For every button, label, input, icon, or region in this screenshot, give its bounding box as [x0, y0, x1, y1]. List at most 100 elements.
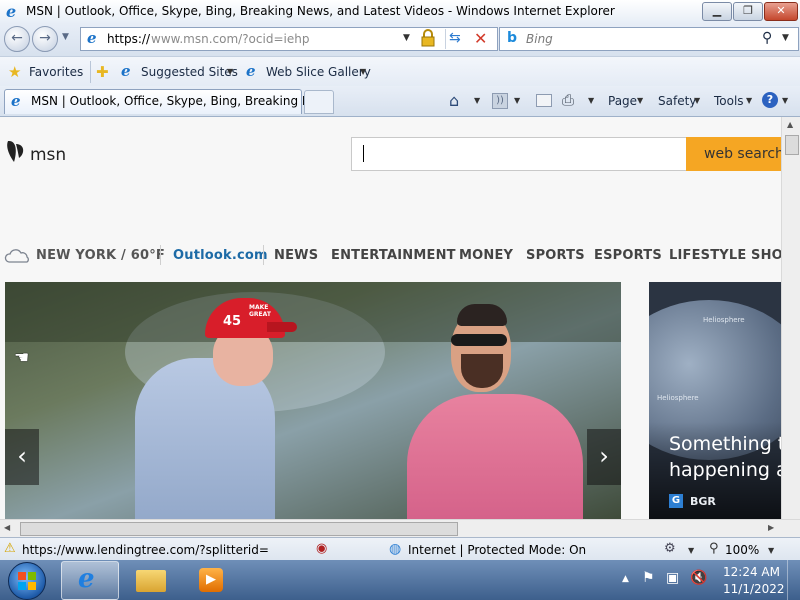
- forward-button[interactable]: →: [32, 26, 58, 52]
- close-button[interactable]: ✕: [764, 2, 798, 21]
- protected-mode-icon[interactable]: ⚙: [664, 541, 676, 556]
- print-icon[interactable]: ⎙: [562, 91, 574, 109]
- nav-news[interactable]: NEWS: [274, 248, 318, 263]
- address-dropdown-icon[interactable]: ▼: [403, 33, 410, 43]
- msn-logo-text[interactable]: msn: [30, 145, 66, 165]
- nav-lifestyle[interactable]: LIFESTYLE: [669, 248, 747, 263]
- address-url: www.msn.com/?ocid=iehp: [151, 32, 310, 46]
- taskbar-media-player-button[interactable]: ▶: [183, 561, 239, 598]
- volume-muted-icon[interactable]: 🔇: [690, 570, 707, 586]
- add-to-favorites-icon[interactable]: ✚: [96, 63, 109, 81]
- bing-search-box[interactable]: b Bing ⚲ ▼: [499, 27, 799, 51]
- web-search-label: web search: [704, 146, 781, 162]
- new-tab-button[interactable]: [304, 90, 334, 114]
- tab-msn[interactable]: e MSN | Outlook, Office, Skype, Bing, Br…: [4, 89, 330, 114]
- web-search-button[interactable]: web search: [686, 137, 781, 171]
- search-icon[interactable]: ⚲: [762, 30, 772, 46]
- hero-right-shirt: [407, 394, 583, 519]
- suggested-sites-dropdown-icon[interactable]: ▼: [227, 67, 233, 76]
- cap-text: MAKE GREAT: [249, 304, 271, 318]
- web-slice-gallery-icon: e: [246, 62, 256, 80]
- hero-sunglasses: [451, 334, 507, 346]
- tools-menu[interactable]: Tools: [714, 94, 744, 108]
- show-desktop-button[interactable]: [787, 560, 800, 600]
- zoom-dropdown-icon[interactable]: ▼: [768, 546, 774, 555]
- web-slice-gallery-dropdown-icon[interactable]: ▼: [360, 67, 366, 76]
- print-dropdown-icon[interactable]: ▼: [588, 96, 594, 105]
- taskbar-explorer-button[interactable]: [122, 561, 178, 598]
- safety-menu[interactable]: Safety: [658, 94, 696, 108]
- back-button[interactable]: ←: [4, 26, 30, 52]
- carousel-next-button[interactable]: ›: [587, 429, 621, 485]
- network-icon[interactable]: ▣: [666, 570, 679, 586]
- address-scheme: https://: [107, 32, 151, 46]
- nav-money[interactable]: MONEY: [459, 248, 513, 263]
- msn-butterfly-icon[interactable]: [5, 138, 27, 166]
- protected-mode-dropdown-icon[interactable]: ▼: [688, 546, 694, 555]
- status-link-url: https://www.lendingtree.com/?splitterid=: [22, 543, 269, 557]
- suggested-sites-icon: e: [121, 62, 131, 80]
- side-news-card[interactable]: Heliosphere Heliosphere Something to hap…: [649, 282, 781, 519]
- ie-logo-icon: e: [6, 2, 17, 21]
- weather-location-temp[interactable]: NEW YORK / 60°F: [36, 248, 165, 263]
- scroll-right-icon[interactable]: ▶: [768, 523, 774, 532]
- clock-time[interactable]: 12:24 AM: [723, 565, 780, 579]
- nav-shopping-clipped[interactable]: SHOI: [751, 248, 781, 263]
- msn-search-input[interactable]: [351, 137, 687, 171]
- tab-favicon-icon: e: [11, 92, 21, 110]
- recent-pages-dropdown-icon[interactable]: ▼: [62, 32, 69, 42]
- nav-esports[interactable]: ESPORTS: [594, 248, 662, 263]
- media-player-icon: ▶: [199, 568, 223, 592]
- zoom-level[interactable]: 100%: [725, 543, 759, 557]
- page-favicon-icon: e: [87, 29, 97, 47]
- web-slice-gallery-link[interactable]: Web Slice Gallery: [266, 65, 371, 79]
- address-bar[interactable]: e https:// www.msn.com/?ocid=iehp ▼ ⇆ ✕: [80, 27, 498, 51]
- nav-entertainment[interactable]: ENTERTAINMENT: [331, 248, 456, 263]
- maximize-button[interactable]: ❐: [733, 2, 763, 21]
- horizontal-scrollbar[interactable]: ◀ ▶: [0, 519, 800, 538]
- vertical-scroll-thumb[interactable]: [785, 135, 799, 155]
- show-hidden-icons-icon[interactable]: ▲: [622, 574, 629, 584]
- clock-date[interactable]: 11/1/2022: [723, 582, 785, 596]
- help-icon[interactable]: ?: [762, 92, 778, 108]
- vertical-scrollbar[interactable]: ▲: [781, 117, 800, 519]
- hero-image[interactable]: 45 MAKE GREAT ‹ ›: [5, 282, 621, 519]
- favorites-button[interactable]: Favorites: [29, 65, 83, 79]
- lock-icon[interactable]: [421, 29, 435, 47]
- feeds-icon[interactable]: )): [492, 93, 508, 109]
- horizontal-scroll-thumb[interactable]: [20, 522, 458, 536]
- minimize-button[interactable]: ▁: [702, 2, 732, 21]
- page-content: msn web search NEW YORK / 60°F Outlook.c…: [0, 117, 781, 519]
- carousel-prev-button[interactable]: ‹: [5, 429, 39, 485]
- nav-separator: [160, 245, 161, 265]
- home-icon[interactable]: ⌂: [449, 91, 459, 110]
- read-mail-icon[interactable]: [536, 94, 552, 107]
- home-dropdown-icon[interactable]: ▼: [474, 96, 480, 105]
- taskbar-ie-button[interactable]: e: [61, 561, 119, 600]
- nav-sports[interactable]: SPORTS: [526, 248, 585, 263]
- favorites-bar: ★ Favorites ✚ e Suggested Sites ▼ e Web …: [0, 56, 800, 87]
- scroll-up-icon[interactable]: ▲: [787, 120, 793, 129]
- start-button[interactable]: [8, 562, 46, 600]
- privacy-icon[interactable]: ◉: [316, 541, 327, 556]
- help-dropdown-icon[interactable]: ▼: [782, 96, 788, 105]
- scroll-left-icon[interactable]: ◀: [4, 523, 10, 532]
- suggested-sites-link[interactable]: Suggested Sites: [141, 65, 238, 79]
- bgr-logo-icon: G: [669, 494, 683, 508]
- address-divider: [445, 29, 446, 49]
- internet-globe-icon: ◍: [389, 541, 402, 557]
- feeds-dropdown-icon[interactable]: ▼: [514, 96, 520, 105]
- search-options-dropdown-icon[interactable]: ▼: [782, 33, 789, 43]
- safety-menu-dropdown-icon[interactable]: ▼: [694, 96, 700, 105]
- action-center-flag-icon[interactable]: ⚑: [642, 570, 655, 586]
- page-menu[interactable]: Page: [608, 94, 637, 108]
- nav-outlook[interactable]: Outlook.com: [173, 248, 268, 263]
- refresh-icon[interactable]: ⇆: [449, 30, 461, 46]
- zoom-icon[interactable]: ⚲: [709, 541, 719, 556]
- stop-icon[interactable]: ✕: [474, 29, 487, 48]
- security-zone-text[interactable]: Internet | Protected Mode: On: [408, 543, 586, 557]
- favorites-star-icon[interactable]: ★: [8, 63, 21, 81]
- page-menu-dropdown-icon[interactable]: ▼: [637, 96, 643, 105]
- favorites-divider: [90, 61, 91, 83]
- tools-menu-dropdown-icon[interactable]: ▼: [746, 96, 752, 105]
